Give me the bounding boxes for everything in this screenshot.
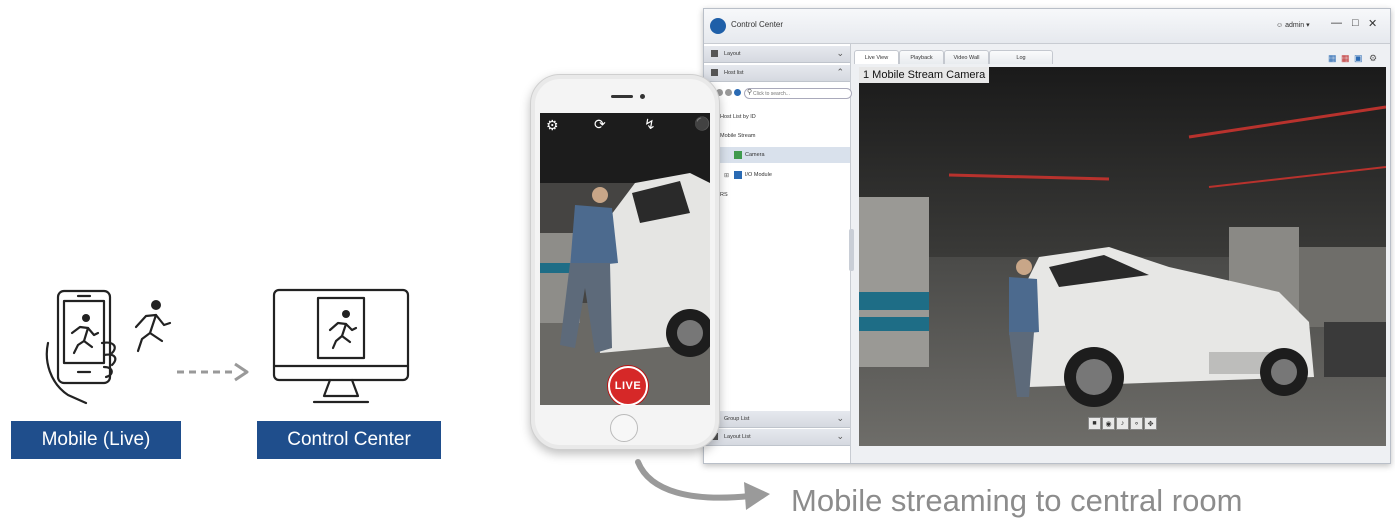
live-button[interactable]: LIVE: [608, 366, 648, 405]
camera-icon: [734, 151, 742, 159]
layout-panel-header[interactable]: Layout ⌄: [704, 46, 850, 63]
parking-garage-scene: [859, 67, 1386, 446]
close-button[interactable]: ✕: [1368, 17, 1377, 30]
tree-item-label: Host List by ID: [720, 114, 756, 120]
host-list-panel-header[interactable]: Host list ⌃: [704, 65, 850, 82]
minimize-button[interactable]: —: [1331, 17, 1342, 29]
layout-list-label: Layout List: [724, 434, 751, 440]
host-sidebar: Layout ⌄ Host list ⌃ ⚲ Host List by ID M…: [704, 44, 852, 463]
flash-icon[interactable]: ↯: [644, 116, 656, 133]
search-input[interactable]: [744, 88, 852, 99]
expand-icon[interactable]: ⊞: [724, 172, 729, 179]
tab-video-wall[interactable]: Video Wall: [944, 50, 989, 64]
layout-icon: [711, 50, 718, 57]
live-video-pane[interactable]: 1 Mobile Stream Camera ■ ◉ ♪ ⚬ ✥: [859, 67, 1386, 446]
smartphone: ⚙ ⟳ ↯ ⚫ LIVE: [530, 74, 720, 450]
io-module-icon: [734, 171, 742, 179]
chevron-down-icon: ⌄: [836, 48, 844, 58]
layout-header-label: Layout: [724, 51, 741, 57]
app-logo-icon: [710, 18, 726, 34]
layout-grid-icon[interactable]: ▦: [1328, 53, 1338, 63]
user-icon: ☺: [1276, 22, 1284, 29]
tab-playback[interactable]: Playback: [899, 50, 944, 64]
group-list-label: Group List: [724, 416, 750, 422]
ptz-icon[interactable]: ✥: [1144, 417, 1157, 430]
mobile-live-illustration: [40, 283, 180, 413]
control-center-label: Control Center: [257, 421, 441, 459]
camera-item-highlight: [704, 147, 850, 163]
video-title: 1 Mobile Stream Camera: [859, 67, 990, 83]
microphone-icon[interactable]: ⚫: [694, 116, 710, 132]
snapshot-icon[interactable]: ▣: [1354, 53, 1364, 63]
clear-layout-icon[interactable]: ▦: [1341, 53, 1351, 63]
control-center-window: Control Center ☺ admin ▾ — □ ✕ Layout ⌄ …: [703, 8, 1391, 464]
home-button[interactable]: [610, 414, 638, 442]
tree-item-label: Camera: [745, 152, 765, 158]
tree-item-label: Mobile Stream: [720, 133, 756, 139]
phone-live-camera-view: ⚙ ⟳ ↯ ⚫ LIVE: [540, 113, 710, 405]
microphone-icon[interactable]: ⚬: [1130, 417, 1143, 430]
window-titlebar: Control Center ☺ admin ▾ — □ ✕: [704, 9, 1390, 44]
host-list-header-label: Host list: [724, 70, 744, 76]
tab-live-view[interactable]: Live View: [854, 50, 899, 64]
record-icon[interactable]: ■: [1088, 417, 1101, 430]
mobile-live-label: Mobile (Live): [11, 421, 181, 459]
group-list-panel-header[interactable]: Group List ⌄: [704, 411, 850, 428]
gear-icon[interactable]: ⚙: [546, 117, 559, 134]
search-toolbar: ⚲: [707, 88, 852, 100]
curved-arrow: [632, 458, 782, 514]
tree-item-label: RS: [720, 192, 728, 198]
tree-item-label: I/O Module: [745, 172, 772, 178]
audio-icon[interactable]: ♪: [1116, 417, 1129, 430]
phone-speaker: [611, 95, 633, 98]
phone-camera-scene: [540, 113, 710, 405]
user-name: admin ▾: [1285, 22, 1310, 29]
edit-icon[interactable]: [725, 89, 732, 96]
caption: Mobile streaming to central room: [791, 483, 1243, 518]
maximize-button[interactable]: □: [1352, 17, 1359, 29]
gear-icon[interactable]: ⚙: [1369, 53, 1379, 63]
layout-list-panel-header[interactable]: Layout List ⌄: [704, 429, 850, 446]
chevron-down-icon: ⌄: [836, 431, 844, 441]
chevron-up-icon: ⌃: [836, 67, 844, 77]
chevron-down-icon: ⌄: [836, 413, 844, 423]
settings-icon[interactable]: [734, 89, 741, 96]
user-menu[interactable]: ☺ admin ▾: [1276, 21, 1310, 29]
phone-front-camera: [640, 94, 645, 99]
flow-arrow: [175, 362, 255, 382]
snapshot-icon[interactable]: ◉: [1102, 417, 1115, 430]
control-center-monitor-illustration: [266, 286, 416, 411]
camera-switch-icon[interactable]: ⟳: [594, 116, 606, 133]
search-icon: ⚲: [747, 89, 753, 96]
tab-log[interactable]: Log: [989, 50, 1053, 64]
window-title: Control Center: [731, 20, 784, 29]
host-list-icon: [711, 69, 718, 76]
panel-splitter[interactable]: [849, 229, 854, 271]
